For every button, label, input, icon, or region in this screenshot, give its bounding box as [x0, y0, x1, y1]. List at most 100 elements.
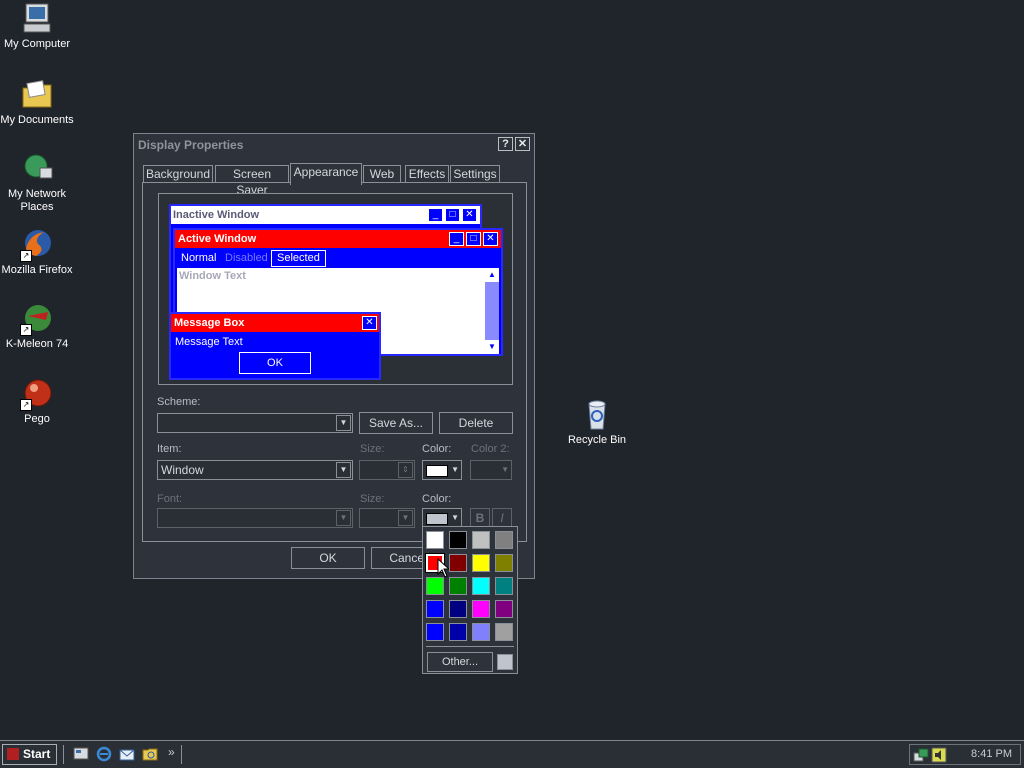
- color-swatch[interactable]: [426, 623, 444, 641]
- display-properties-dialog: Display Properties ? ✕ Background Screen…: [133, 133, 535, 579]
- volume-tray-icon[interactable]: [931, 747, 947, 766]
- shortcut-arrow-icon: ↗: [20, 250, 32, 262]
- desktop-icon-label: My Computer: [3, 38, 71, 50]
- clock[interactable]: 8:41 PM: [971, 748, 1012, 760]
- scheme-label: Scheme:: [157, 396, 201, 408]
- close-button[interactable]: ✕: [515, 137, 530, 151]
- item-label: Item:: [157, 443, 182, 455]
- ok-button[interactable]: OK: [291, 547, 365, 569]
- shortcut-arrow-icon: ↗: [20, 324, 32, 336]
- appearance-preview[interactable]: Inactive Window _ □ ✕ Active Window _ □ …: [158, 193, 513, 385]
- maximize-icon: □: [466, 232, 481, 246]
- color-swatch[interactable]: [472, 577, 490, 595]
- font-select[interactable]: ▼: [157, 508, 353, 528]
- scheme-select[interactable]: ▼: [157, 413, 353, 433]
- tab-appearance[interactable]: Appearance: [290, 163, 362, 185]
- dialog-titlebar[interactable]: Display Properties ? ✕: [135, 135, 533, 155]
- color-swatch[interactable]: [495, 554, 513, 572]
- preview-menu-bar: Normal Disabled Selected: [175, 249, 501, 267]
- font-color-picker[interactable]: ▼: [422, 508, 462, 528]
- chameleon-icon: ↗: [20, 302, 54, 336]
- divider: [181, 745, 184, 764]
- desktop-icon-my-documents[interactable]: My Documents: [0, 78, 74, 127]
- color-swatch[interactable]: [495, 577, 513, 595]
- divider: [63, 745, 66, 764]
- chevron-down-icon: ▼: [336, 510, 351, 526]
- item-color-swatch: [426, 465, 448, 477]
- tab-effects[interactable]: Effects: [405, 165, 449, 183]
- italic-button[interactable]: I: [492, 508, 512, 528]
- internet-explorer-icon[interactable]: [96, 746, 112, 762]
- chevron-down-icon: ▼: [336, 415, 351, 431]
- color-swatch[interactable]: [449, 554, 467, 572]
- show-desktop-icon[interactable]: [73, 746, 89, 762]
- system-tray: 8:41 PM: [909, 744, 1021, 765]
- color-swatch[interactable]: [449, 600, 467, 618]
- tab-web[interactable]: Web: [363, 165, 401, 183]
- color-swatch[interactable]: [449, 531, 467, 549]
- desktop-icon-recycle-bin[interactable]: Recycle Bin: [560, 398, 634, 447]
- other-color-button[interactable]: Other...: [427, 652, 493, 672]
- desktop-icon-my-network-places[interactable]: My Network Places: [0, 152, 74, 214]
- help-button[interactable]: ?: [498, 137, 513, 151]
- menu-normal: Normal: [181, 252, 217, 264]
- color-swatch[interactable]: [426, 600, 444, 618]
- taskbar: Start » 8:41 PM: [0, 740, 1024, 768]
- font-size-select[interactable]: ▼: [359, 508, 415, 528]
- divider: [426, 646, 514, 647]
- quicklaunch-more-icon[interactable]: »: [168, 745, 175, 759]
- color-swatch[interactable]: [449, 623, 467, 641]
- color-swatch[interactable]: [472, 531, 490, 549]
- color-label: Color:: [422, 443, 452, 455]
- network-icon: [20, 152, 54, 186]
- minimize-icon: _: [449, 232, 464, 246]
- outlook-express-icon[interactable]: [119, 746, 135, 762]
- color2-label: Color 2:: [471, 443, 510, 455]
- spinner-icon: ⇕: [398, 462, 413, 478]
- color-swatch[interactable]: [495, 531, 513, 549]
- color-swatch[interactable]: [449, 577, 467, 595]
- chevron-down-icon: ▼: [501, 465, 509, 474]
- item-size-stepper[interactable]: ⇕: [359, 460, 415, 480]
- color-swatch[interactable]: [426, 531, 444, 549]
- desktop-icon-k-meleon[interactable]: ↗ K-Meleon 74: [0, 302, 74, 351]
- menu-disabled: Disabled: [225, 252, 268, 264]
- computer-icon: [20, 2, 54, 36]
- font-color-label: Color:: [422, 493, 452, 505]
- item-color2-picker[interactable]: ▼: [470, 460, 512, 480]
- start-button[interactable]: Start: [2, 744, 57, 765]
- windows-explorer-icon[interactable]: [142, 746, 158, 762]
- desktop-icon-pego[interactable]: ↗ Pego: [0, 377, 74, 426]
- tab-settings[interactable]: Settings: [450, 165, 500, 183]
- chevron-down-icon: ▼: [398, 510, 413, 526]
- item-select[interactable]: Window ▼: [157, 460, 353, 480]
- size-label: Size:: [360, 443, 385, 455]
- folder-icon: [20, 78, 54, 112]
- windows-logo-icon: [7, 748, 19, 760]
- color-swatch[interactable]: [472, 600, 490, 618]
- color-swatch[interactable]: [495, 600, 513, 618]
- desktop-icon-label: My Network Places: [7, 188, 67, 213]
- tab-background[interactable]: Background: [143, 165, 213, 183]
- item-color-picker[interactable]: ▼: [422, 460, 462, 480]
- save-as-button[interactable]: Save As...: [359, 412, 433, 434]
- recycle-bin-icon: [580, 398, 614, 432]
- close-icon: ✕: [483, 232, 498, 246]
- network-tray-icon[interactable]: [913, 747, 929, 766]
- desktop-icon-mozilla-firefox[interactable]: ↗ Mozilla Firefox: [0, 228, 74, 277]
- tab-screen-saver[interactable]: Screen Saver: [215, 165, 289, 197]
- color-swatch[interactable]: [472, 623, 490, 641]
- desktop-icon-label: Recycle Bin: [567, 434, 627, 446]
- menu-selected: Selected: [271, 250, 326, 267]
- desktop-icon-label: K-Meleon 74: [5, 338, 69, 350]
- font-size-label: Size:: [360, 493, 385, 505]
- start-label: Start: [23, 747, 51, 761]
- bold-button[interactable]: B: [470, 508, 490, 528]
- desktop-icon-label: My Documents: [0, 114, 74, 126]
- preview-scrollbar: ▲ ▼: [485, 268, 499, 354]
- color-swatch[interactable]: [495, 623, 513, 641]
- item-value: Window: [161, 463, 204, 477]
- delete-button[interactable]: Delete: [439, 412, 513, 434]
- desktop-icon-my-computer[interactable]: My Computer: [0, 2, 74, 51]
- color-swatch[interactable]: [472, 554, 490, 572]
